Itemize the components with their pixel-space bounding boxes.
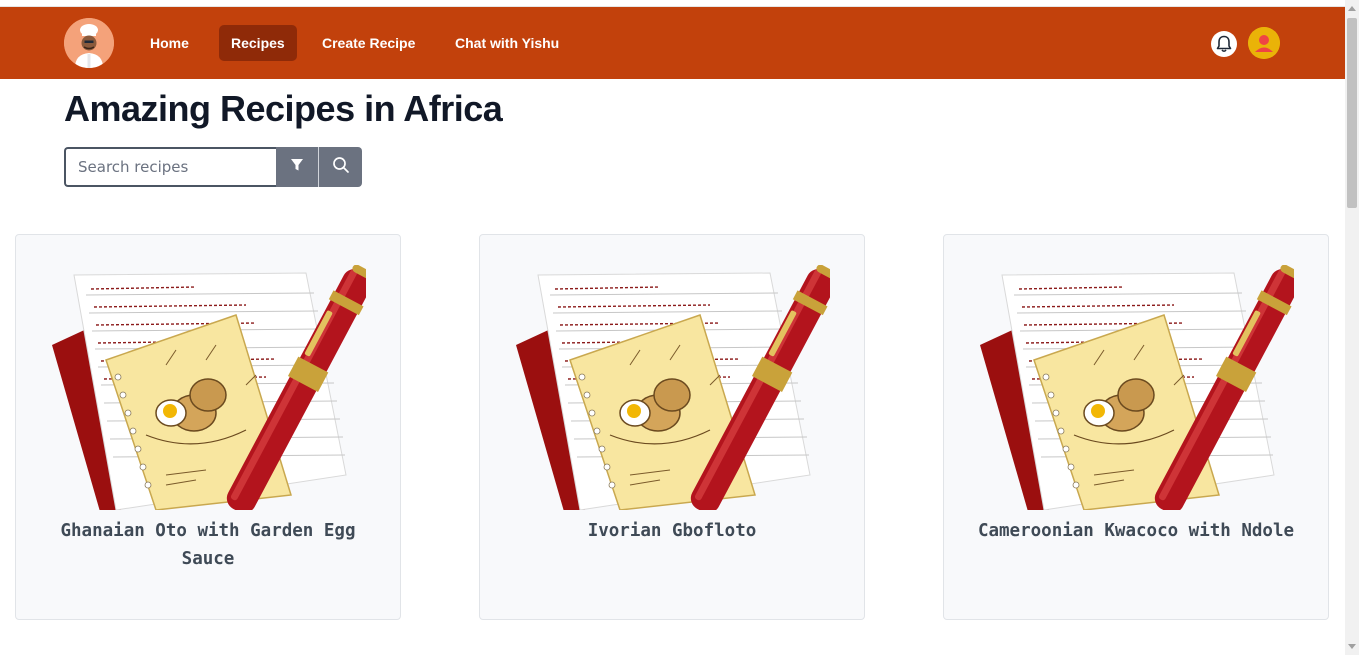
recipe-notebook-icon	[510, 264, 837, 515]
recipe-card[interactable]: Ivorian Gbofloto	[479, 234, 865, 620]
search-input[interactable]	[64, 147, 276, 187]
nav-home-link[interactable]: Home	[138, 25, 201, 61]
nav-create-recipe-link[interactable]: Create Recipe	[310, 25, 427, 61]
recipe-title[interactable]: Cameroonian Kwacoco with Ndole	[964, 517, 1308, 545]
filter-button[interactable]	[276, 147, 319, 187]
nav-recipes-link[interactable]: Recipes	[219, 25, 297, 61]
recipe-notebook-icon	[46, 264, 373, 515]
recipe-notebook-icon	[974, 264, 1301, 515]
bell-icon[interactable]	[1211, 31, 1237, 57]
vertical-scrollbar[interactable]	[1345, 0, 1359, 655]
scroll-up-icon[interactable]	[1348, 6, 1356, 11]
scroll-down-icon[interactable]	[1348, 644, 1356, 649]
recipe-card[interactable]: Cameroonian Kwacoco with Ndole	[943, 234, 1329, 620]
nav-chat-link[interactable]: Chat with Yishu	[443, 25, 571, 61]
filter-icon	[289, 157, 305, 178]
page-title: Amazing Recipes in Africa	[64, 88, 503, 129]
recipe-title[interactable]: Ghanaian Oto with Garden Egg Sauce	[36, 517, 380, 573]
chef-avatar-icon[interactable]	[64, 18, 114, 68]
recipe-card[interactable]: Ghanaian Oto with Garden Egg Sauce	[15, 234, 401, 620]
search-bar	[64, 147, 362, 187]
search-button[interactable]	[319, 147, 362, 187]
recipe-title[interactable]: Ivorian Gbofloto	[500, 517, 844, 545]
scrollbar-thumb[interactable]	[1347, 18, 1357, 208]
navbar: Home Recipes Create Recipe Chat with Yis…	[0, 7, 1345, 79]
user-avatar-icon[interactable]	[1248, 27, 1280, 59]
browser-top-edge	[0, 0, 1345, 7]
search-icon	[332, 156, 350, 179]
